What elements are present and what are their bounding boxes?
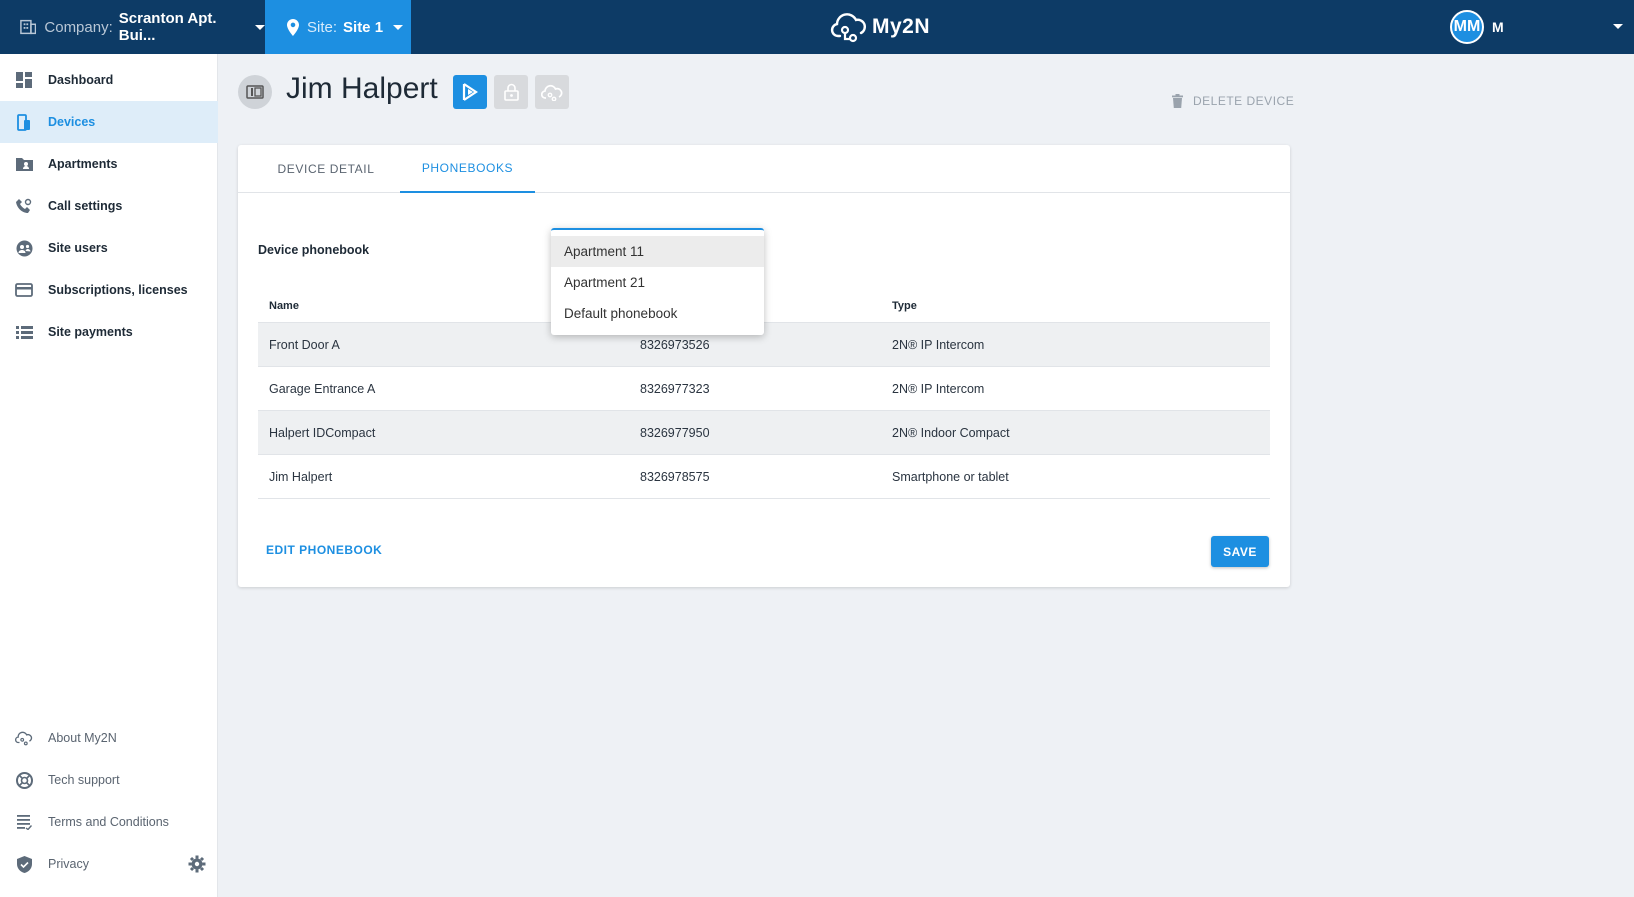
location-pin-icon <box>287 18 299 36</box>
cell-name: Garage Entrance A <box>269 382 376 396</box>
cloud-status-button[interactable] <box>535 75 569 109</box>
company-value: Scranton Apt. Bui... <box>118 10 217 44</box>
shield-icon <box>15 855 33 873</box>
table-row: Halpert IDCompact 8326977950 2N® Indoor … <box>258 411 1270 455</box>
sidebar-item-subscriptions[interactable]: Subscriptions, licenses <box>0 269 218 311</box>
sidebar-item-label: Apartments <box>48 157 118 171</box>
delete-device-button[interactable]: DELETE DEVICE <box>1172 94 1294 108</box>
cell-number: 8326973526 <box>640 338 710 352</box>
trash-icon <box>1172 94 1183 108</box>
sidebar-item-label: Tech support <box>48 773 120 787</box>
devices-icon <box>15 113 33 131</box>
phonebook-select-menu: Apartment 11 Apartment 21 Default phoneb… <box>551 228 764 335</box>
column-header-name: Name <box>269 300 299 312</box>
cell-type: Smartphone or tablet <box>892 470 1009 484</box>
lifebuoy-icon <box>15 771 33 789</box>
table-row: Garage Entrance A 8326977323 2N® IP Inte… <box>258 367 1270 411</box>
phone-settings-icon <box>15 197 33 215</box>
sidebar-item-label: About My2N <box>48 731 117 745</box>
sidebar-item-apartments[interactable]: Apartments <box>0 143 218 185</box>
tab-phonebooks[interactable]: PHONEBOOKS <box>400 145 535 193</box>
chevron-down-icon <box>255 24 265 30</box>
table-row: Front Door A 8326973526 2N® IP Intercom <box>258 323 1270 367</box>
site-label: Site: <box>307 18 338 36</box>
document-icon <box>15 813 33 831</box>
sidebar-item-dashboard[interactable]: Dashboard <box>0 59 218 101</box>
sidebar-item-label: Privacy <box>48 857 89 871</box>
sidebar-item-label: Site payments <box>48 325 133 339</box>
cell-number: 8326978575 <box>640 470 710 484</box>
phonebook-option[interactable]: Apartment 11 <box>551 236 764 267</box>
cell-number: 8326977323 <box>640 382 710 396</box>
brand-name: My2N <box>872 15 931 38</box>
phonebook-card: DEVICE DETAIL PHONEBOOKS Device phoneboo… <box>238 145 1290 587</box>
sidebar: Dashboard Devices Apartments Call settin… <box>0 54 218 897</box>
column-header-type: Type <box>892 300 917 312</box>
dashboard-icon <box>15 71 33 89</box>
cell-number: 8326977950 <box>640 426 710 440</box>
gear-icon[interactable] <box>188 855 206 878</box>
sidebar-item-label: Call settings <box>48 199 123 213</box>
sidebar-item-label: Subscriptions, licenses <box>48 283 188 297</box>
avatar[interactable]: MM <box>1450 10 1484 44</box>
sidebar-item-terms[interactable]: Terms and Conditions <box>0 801 218 843</box>
site-value: Site 1 <box>343 18 384 36</box>
site-selector[interactable]: Site: Site 1 <box>265 0 411 54</box>
phonebook-option[interactable]: Default phonebook <box>551 298 764 329</box>
device-phonebook-label: Device phonebook <box>258 243 370 257</box>
cell-name: Jim Halpert <box>269 470 333 484</box>
credit-card-icon <box>15 281 33 299</box>
sidebar-item-tech-support[interactable]: Tech support <box>0 759 218 801</box>
cloud-icon <box>541 84 563 101</box>
device-type-icon <box>238 75 272 109</box>
play-icon <box>462 83 478 101</box>
cell-type: 2N® IP Intercom <box>892 338 985 352</box>
sidebar-item-label: Terms and Conditions <box>48 815 169 829</box>
lock-button[interactable] <box>494 75 528 109</box>
sidebar-item-site-payments[interactable]: Site payments <box>0 311 218 353</box>
cell-type: 2N® IP Intercom <box>892 382 985 396</box>
phonebook-option[interactable]: Apartment 21 <box>551 267 764 298</box>
sidebar-item-label: Dashboard <box>48 73 114 87</box>
user-name: M <box>1492 19 1504 35</box>
my2n-app-button[interactable] <box>453 75 487 109</box>
sidebar-item-about[interactable]: About My2N <box>0 717 218 759</box>
sidebar-item-label: Devices <box>48 115 96 129</box>
cell-name: Front Door A <box>269 338 340 352</box>
sidebar-item-label: Site users <box>48 241 108 255</box>
cell-type: 2N® Indoor Compact <box>892 426 1010 440</box>
company-selector[interactable]: Company: Scranton Apt. Bui... <box>0 0 265 54</box>
apartments-icon <box>15 155 33 173</box>
sidebar-item-call-settings[interactable]: Call settings <box>0 185 218 227</box>
cloud-logo-icon <box>830 13 867 43</box>
brand-logo[interactable]: My2N <box>830 10 930 44</box>
site-users-icon <box>15 239 33 257</box>
sidebar-item-devices[interactable]: Devices <box>0 101 218 143</box>
top-bar: Company: Scranton Apt. Bui... Site: Site… <box>0 0 1634 54</box>
building-icon <box>20 19 37 35</box>
cloud-icon <box>15 729 33 747</box>
cell-name: Halpert IDCompact <box>269 426 376 440</box>
tab-bar: DEVICE DETAIL PHONEBOOKS <box>238 145 1290 193</box>
tab-device-detail[interactable]: DEVICE DETAIL <box>258 145 394 193</box>
sidebar-item-privacy[interactable]: Privacy <box>0 843 218 885</box>
sidebar-item-site-users[interactable]: Site users <box>0 227 218 269</box>
page-title: Jim Halpert <box>286 72 438 105</box>
lock-icon <box>503 83 519 101</box>
table-row: Jim Halpert 8326978575 Smartphone or tab… <box>258 455 1270 499</box>
list-icon <box>15 323 33 341</box>
edit-phonebook-button[interactable]: EDIT PHONEBOOK <box>266 543 382 557</box>
delete-label: DELETE DEVICE <box>1193 94 1295 108</box>
user-menu[interactable]: MM M <box>1450 10 1504 44</box>
save-button[interactable]: SAVE <box>1211 536 1269 567</box>
chevron-down-icon[interactable] <box>1613 24 1623 29</box>
chevron-down-icon <box>393 24 404 30</box>
company-label: Company: <box>44 18 113 36</box>
